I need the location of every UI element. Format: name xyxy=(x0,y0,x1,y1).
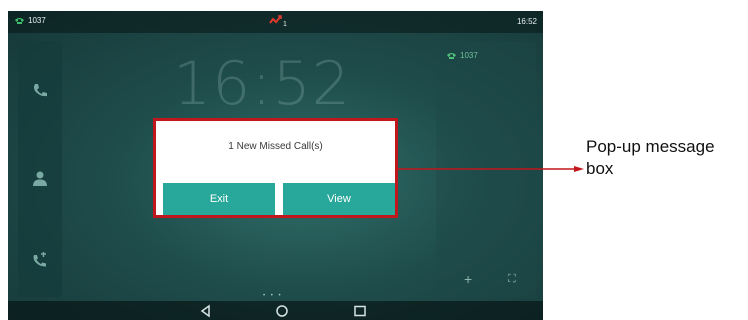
handset-icon xyxy=(447,52,456,59)
left-dock xyxy=(18,41,62,297)
missed-call-count: 1 xyxy=(283,21,287,28)
view-button[interactable]: View xyxy=(283,183,395,215)
home-clock: 16:52 xyxy=(173,49,351,119)
annotation-label: Pop-up message box xyxy=(586,137,715,178)
status-bar: 1037 1 16:52 xyxy=(8,11,543,33)
account-extension: 1037 xyxy=(446,51,478,60)
fullscreen-icon[interactable]: ⛶ xyxy=(508,273,516,286)
status-extension-label: 1037 xyxy=(28,16,46,25)
annotation-arrow xyxy=(398,166,584,172)
page-indicator: • • • xyxy=(263,293,283,299)
account-extension-label: 1037 xyxy=(460,51,478,60)
recent-apps-icon[interactable] xyxy=(350,303,370,319)
nav-bar xyxy=(8,301,543,320)
popup-message: 1 New Missed Call(s) xyxy=(228,141,323,152)
status-extension: 1037 xyxy=(14,16,46,25)
status-time: 16:52 xyxy=(516,17,537,26)
phone-icon[interactable] xyxy=(30,81,50,101)
handset-icon xyxy=(15,17,24,24)
back-icon[interactable] xyxy=(196,303,216,319)
contact-icon[interactable] xyxy=(30,169,50,189)
call-history-icon[interactable] xyxy=(30,251,50,271)
exit-button[interactable]: Exit xyxy=(163,183,275,215)
missed-call-popup: 1 New Missed Call(s) Exit View xyxy=(153,118,398,218)
add-icon[interactable]: + xyxy=(464,271,472,287)
home-icon[interactable] xyxy=(272,303,292,319)
missed-call-icon[interactable] xyxy=(269,14,283,26)
